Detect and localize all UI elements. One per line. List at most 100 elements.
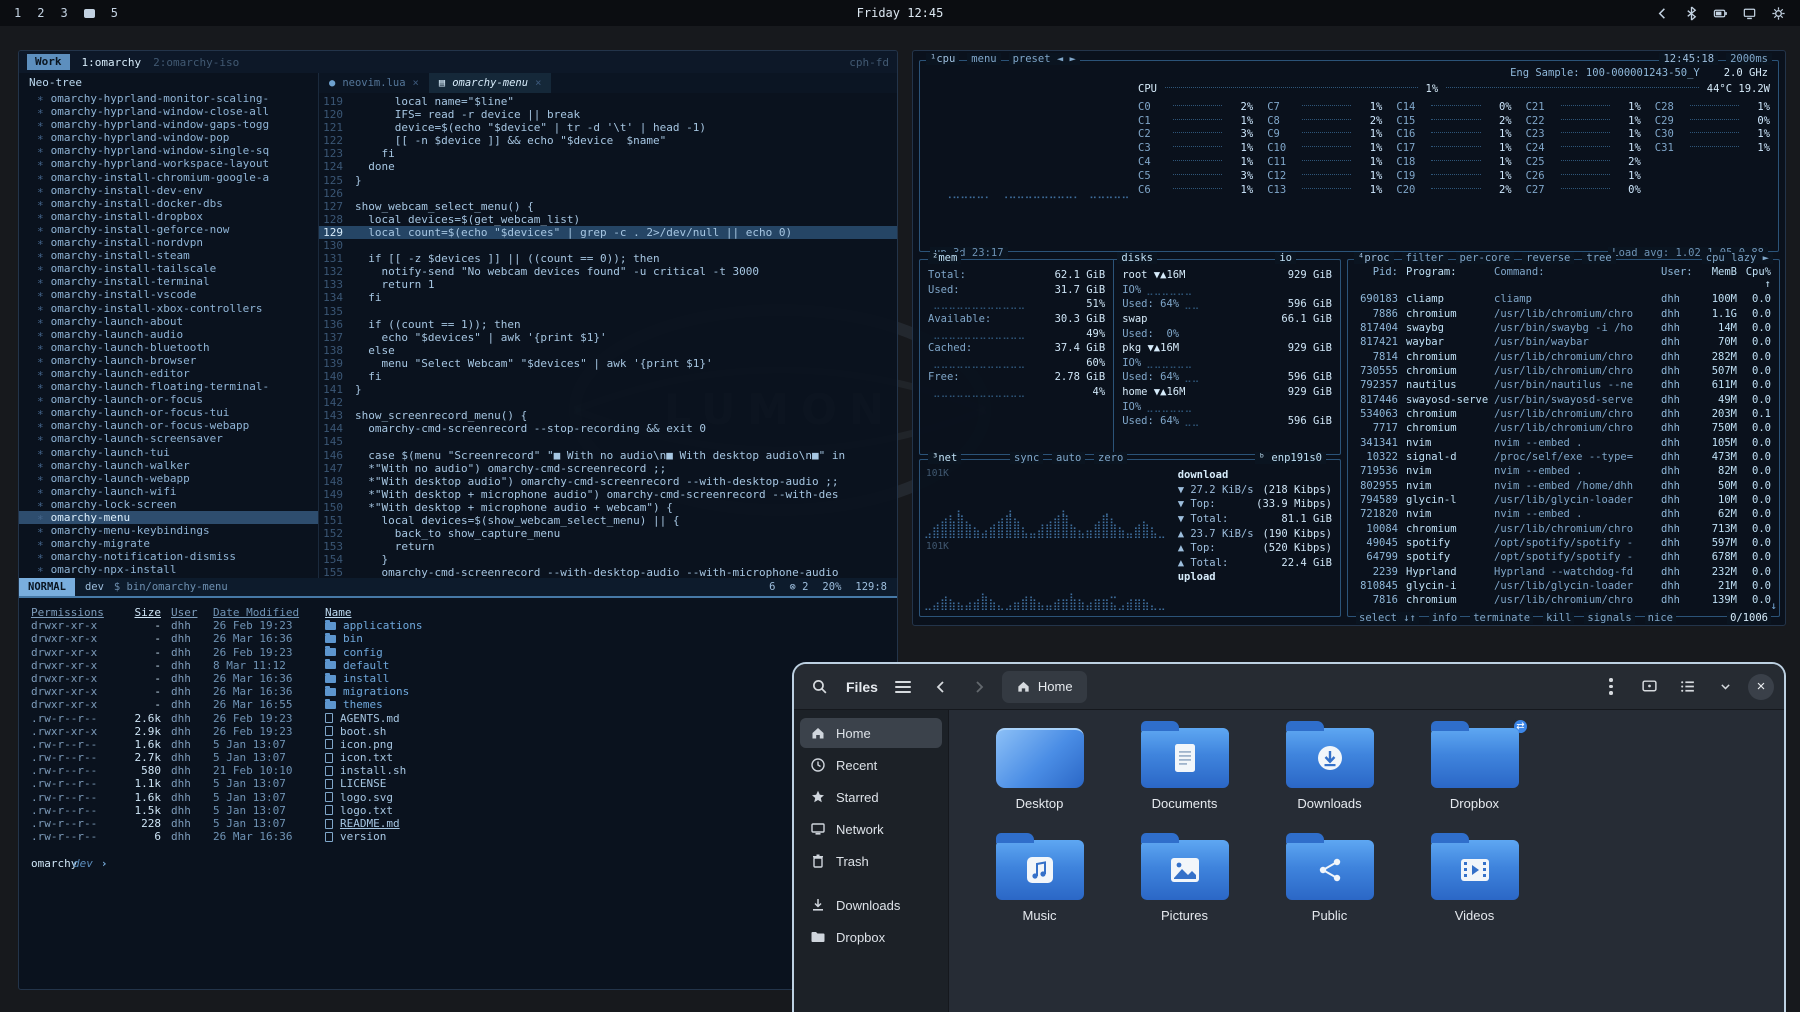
- process-row[interactable]: 7814chromium/usr/lib/chromium/chrodhh282…: [1356, 349, 1771, 363]
- shell-prompt[interactable]: omarchydev›: [31, 857, 885, 870]
- folder-downloads[interactable]: Downloads: [1257, 724, 1402, 836]
- neotree-item[interactable]: ∗omarchy-launch-wifi: [19, 485, 318, 498]
- process-row[interactable]: 10084chromium/usr/lib/chromium/chrodhh71…: [1356, 522, 1771, 536]
- sidebar-item-starred[interactable]: Starred: [800, 782, 942, 812]
- tab-overview-button[interactable]: [1634, 672, 1664, 702]
- process-row[interactable]: 10322signal-d/proc/self/exe --type=dhh47…: [1356, 450, 1771, 464]
- reverse-button[interactable]: reverse: [1522, 252, 1574, 264]
- terminate-action[interactable]: terminate: [1470, 612, 1533, 624]
- neotree-item[interactable]: ∗omarchy-menu-keybindings: [19, 524, 318, 537]
- neotree-item[interactable]: ∗omarchy-hyprland-workspace-layout: [19, 157, 318, 170]
- folder-videos[interactable]: Videos: [1402, 836, 1547, 948]
- chevron-left-icon[interactable]: [1655, 6, 1670, 21]
- buffer-tab-omarchy-menu[interactable]: ▤ omarchy-menu ×: [429, 73, 552, 93]
- forward-button[interactable]: [964, 672, 994, 702]
- process-table-header[interactable]: Pid:Program:Command:User:MemBCpu% ↑: [1348, 260, 1779, 292]
- neotree-item[interactable]: ∗omarchy-launch-or-focus-webapp: [19, 419, 318, 432]
- neotree-item[interactable]: ∗omarchy-launch-bluetooth: [19, 341, 318, 354]
- view-dropdown-button[interactable]: [1710, 672, 1740, 702]
- close-buffer-icon[interactable]: ×: [413, 77, 419, 89]
- neotree-item[interactable]: ∗omarchy-install-terminal: [19, 275, 318, 288]
- neotree-item[interactable]: ∗omarchy-install-steam: [19, 249, 318, 262]
- process-row[interactable]: 794589glycin-l/usr/lib/glycin-loaderdhh1…: [1356, 493, 1771, 507]
- folder-documents[interactable]: Documents: [1112, 724, 1257, 836]
- list-view-button[interactable]: [1672, 672, 1702, 702]
- close-window-button[interactable]: ×: [1748, 674, 1774, 700]
- process-row[interactable]: 690183cliampcliampdhh100M0.0: [1356, 292, 1771, 306]
- process-row[interactable]: 719536nvimnvim --embed .dhh82M0.0: [1356, 464, 1771, 478]
- update-interval[interactable]: 2000ms: [1726, 53, 1772, 65]
- network-icon[interactable]: [1742, 6, 1757, 21]
- process-row[interactable]: 730555chromium/usr/lib/chromium/chrodhh5…: [1356, 364, 1771, 378]
- tree-button[interactable]: tree: [1582, 252, 1615, 264]
- neotree-item[interactable]: ∗omarchy-launch-browser: [19, 354, 318, 367]
- menu-button[interactable]: menu: [967, 53, 1000, 65]
- workspace-3[interactable]: 3: [60, 6, 67, 20]
- folder-pictures[interactable]: Pictures: [1112, 836, 1257, 948]
- process-row[interactable]: 2239HyprlandHyprland --watchdog-fddhh232…: [1356, 565, 1771, 579]
- neotree-item[interactable]: ∗omarchy-install-dev-env: [19, 184, 318, 197]
- gear-icon[interactable]: [1771, 6, 1786, 21]
- bluetooth-icon[interactable]: [1684, 6, 1699, 21]
- sidebar-item-network[interactable]: Network: [800, 814, 942, 844]
- scroll-down-icon[interactable]: ↓: [1771, 600, 1777, 612]
- neotree-item[interactable]: ∗omarchy-launch-walker: [19, 459, 318, 472]
- sidebar-item-dropbox[interactable]: Dropbox: [800, 922, 942, 952]
- folder-music[interactable]: Music: [967, 836, 1112, 948]
- code-area[interactable]: 119 local name="$line" 120 IFS= read -r …: [319, 93, 897, 578]
- process-row[interactable]: 792357nautilus/usr/bin/nautilus --nedhh6…: [1356, 378, 1771, 392]
- search-button[interactable]: [804, 672, 834, 702]
- neotree-item[interactable]: ∗omarchy-launch-floating-terminal-: [19, 380, 318, 393]
- buffer-tab-neovim-lua[interactable]: ● neovim.lua ×: [319, 73, 429, 93]
- sort-column-button[interactable]: cpu lazy ►: [1702, 252, 1773, 264]
- per-core-button[interactable]: per-core: [1456, 252, 1515, 264]
- io-toggle[interactable]: io: [1275, 252, 1296, 264]
- process-row[interactable]: 802955nvimnvim --embed /home/dhhdhh50M0.…: [1356, 478, 1771, 492]
- neotree-item[interactable]: ∗omarchy-install-tailscale: [19, 262, 318, 275]
- folder-dropbox[interactable]: ⇄ Dropbox: [1402, 724, 1547, 836]
- tmux-session-badge[interactable]: Work: [27, 54, 70, 70]
- process-row[interactable]: 534063chromium/usr/lib/chromium/chrodhh2…: [1356, 407, 1771, 421]
- sidebar-item-recent[interactable]: Recent: [800, 750, 942, 780]
- neotree-item[interactable]: ∗omarchy-hyprland-window-close-all: [19, 105, 318, 118]
- kill-action[interactable]: kill: [1543, 612, 1574, 624]
- neotree-item[interactable]: ∗omarchy-launch-webapp: [19, 472, 318, 485]
- neotree-item[interactable]: ∗omarchy-launch-tui: [19, 446, 318, 459]
- neotree-item[interactable]: ∗omarchy-menu: [19, 511, 318, 524]
- main-menu-button[interactable]: [888, 672, 918, 702]
- neotree-item[interactable]: ∗omarchy-install-vscode: [19, 288, 318, 301]
- process-row[interactable]: 817421waybar/usr/bin/waybardhh70M0.0: [1356, 335, 1771, 349]
- close-buffer-icon[interactable]: ×: [535, 77, 541, 89]
- neotree-item[interactable]: ∗omarchy-hyprland-monitor-scaling-: [19, 92, 318, 105]
- signals-action[interactable]: signals: [1584, 612, 1634, 624]
- breadcrumb[interactable]: Home: [1002, 671, 1087, 703]
- net-interface[interactable]: ᵇ enp191s0: [1255, 452, 1326, 464]
- sidebar-item-home[interactable]: Home: [800, 718, 942, 748]
- workspace-4-app-icon[interactable]: [84, 9, 95, 18]
- process-row[interactable]: 49045spotify/opt/spotify/spotify -dhh597…: [1356, 536, 1771, 550]
- neotree-item[interactable]: ∗omarchy-launch-screensaver: [19, 432, 318, 445]
- neotree-item[interactable]: ∗omarchy-install-nordvpn: [19, 236, 318, 249]
- process-row[interactable]: 7816chromium/usr/lib/chromium/chrodhh139…: [1356, 593, 1771, 607]
- neotree-item[interactable]: ∗omarchy-launch-or-focus: [19, 393, 318, 406]
- battery-icon[interactable]: [1713, 6, 1728, 21]
- select-action[interactable]: select ↓↑: [1356, 612, 1419, 624]
- neotree-item[interactable]: ∗omarchy-install-chromium-google-a: [19, 171, 318, 184]
- tmux-tab-1[interactable]: 1:omarchy: [82, 56, 142, 69]
- neotree-item[interactable]: ∗omarchy-hyprland-window-gaps-togg: [19, 118, 318, 131]
- process-row[interactable]: 7886chromium/usr/lib/chromium/chrodhh1.1…: [1356, 306, 1771, 320]
- process-row[interactable]: 7717chromium/usr/lib/chromium/chrodhh750…: [1356, 421, 1771, 435]
- neotree-item[interactable]: ∗omarchy-launch-audio: [19, 328, 318, 341]
- neotree-item[interactable]: ∗omarchy-install-geforce-now: [19, 223, 318, 236]
- view-options-button[interactable]: [1596, 672, 1626, 702]
- neotree-item[interactable]: ∗omarchy-hyprland-window-pop: [19, 131, 318, 144]
- sidebar-item-trash[interactable]: Trash: [800, 846, 942, 876]
- tmux-tab-2[interactable]: 2:omarchy-iso: [153, 56, 239, 69]
- filter-button[interactable]: filter: [1402, 252, 1448, 264]
- process-row[interactable]: 721820nvimnvim --embed .dhh62M0.0: [1356, 507, 1771, 521]
- neotree-item[interactable]: ∗omarchy-hyprland-window-single-sq: [19, 144, 318, 157]
- process-row[interactable]: 817446swayosd-serve/usr/bin/swayosd-serv…: [1356, 392, 1771, 406]
- folder-desktop[interactable]: Desktop: [967, 724, 1112, 836]
- neotree-item[interactable]: ∗omarchy-launch-about: [19, 315, 318, 328]
- neotree-item[interactable]: ∗omarchy-launch-editor: [19, 367, 318, 380]
